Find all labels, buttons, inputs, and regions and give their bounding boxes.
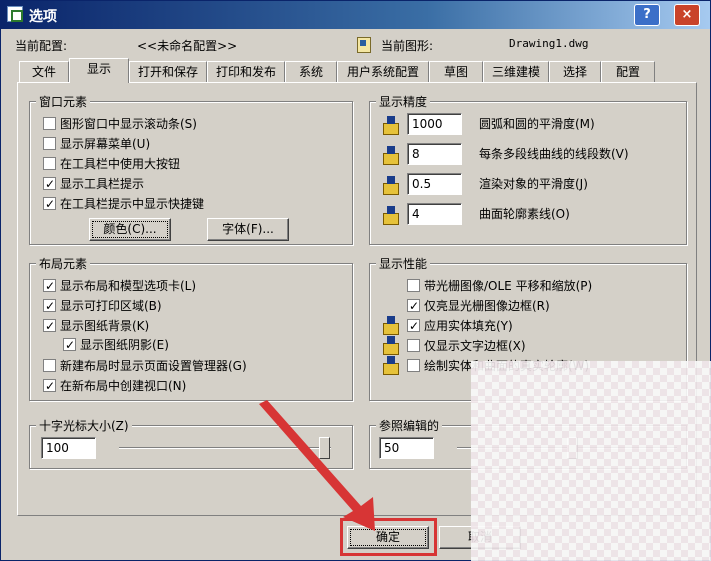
red-arrow-annotation bbox=[259, 400, 375, 531]
tab-display[interactable]: 显示 bbox=[69, 58, 129, 83]
options-dialog: 选项 ? × 当前配置: <<未命名配置>> 当前图形: Drawing1.dw… bbox=[0, 0, 711, 561]
